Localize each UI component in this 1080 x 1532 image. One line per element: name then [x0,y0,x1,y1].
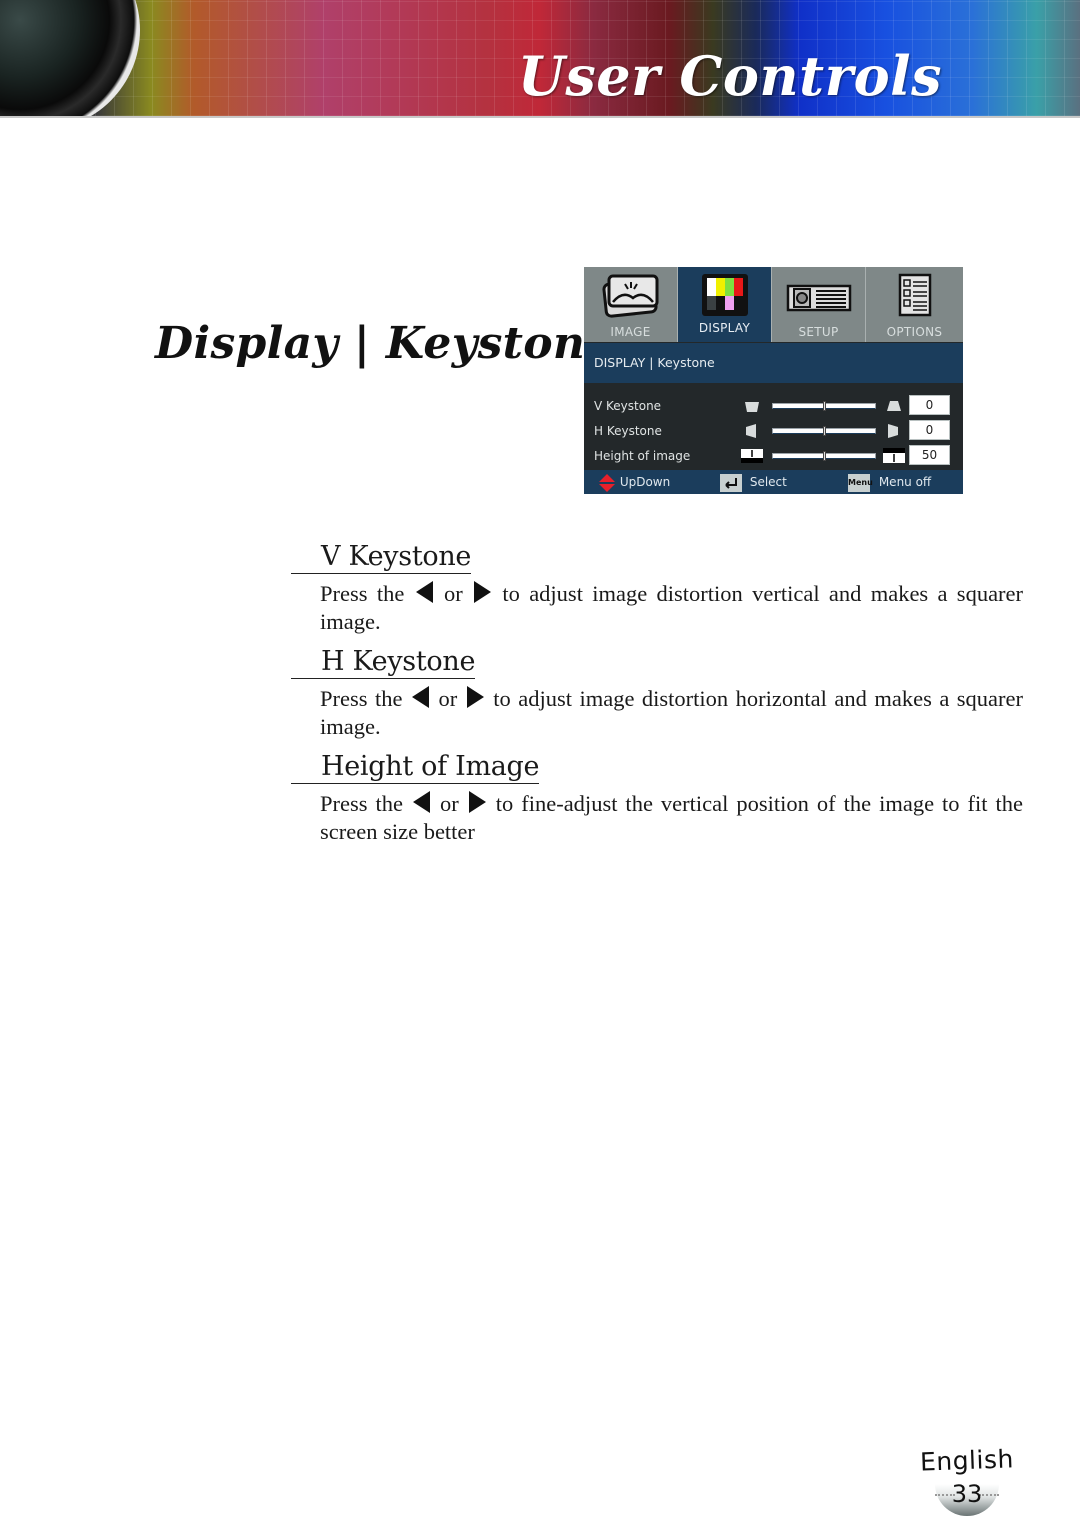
keystone-h-minus-icon [746,424,756,438]
item-h-keystone: H Keystone Press the or to adjust image … [291,646,1023,741]
osd-menu: IMAGE DISPLAY SETUP OPTIONS DISPLAY | Ke… [584,267,963,494]
keystone-h-plus-icon [888,424,898,438]
section-heading: Display | Keystone [155,318,614,369]
hint-updown: UpDown [598,470,670,494]
osd-row-v-keystone[interactable]: V Keystone 0 [584,393,963,418]
chapter-title: User Controls [517,44,942,108]
page-number: 33 [951,1480,983,1508]
header-banner: User Controls [0,0,1080,116]
left-arrow-icon [412,791,430,813]
slider-thumb[interactable] [822,451,826,461]
desc-text: or [439,791,459,816]
h-keystone-value: 0 [909,420,950,440]
hint-select-label: Select [749,475,787,489]
item-description: Press the or to fine-adjust the vertical… [320,790,1023,846]
height-down-icon [883,448,905,463]
left-arrow-icon [411,686,429,708]
height-of-image-value: 50 [909,445,950,465]
left-arrow-icon [415,581,433,603]
item-title: V Keystone [291,541,471,574]
row-label: Height of image [594,449,691,463]
osd-key-hints: UpDown Select Menu Menu off [584,470,963,494]
desc-text: Press the [320,581,405,606]
desc-text: or [438,686,458,711]
tab-image[interactable]: IMAGE [584,267,678,342]
right-arrow-icon [474,581,492,603]
tab-setup[interactable]: SETUP [772,267,866,342]
item-description: Press the or to adjust image distortion … [320,685,1023,741]
tab-display-label: DISPLAY [698,321,751,335]
keystone-v-plus-icon [887,401,901,411]
updown-arrows-icon [599,473,615,492]
menu-key-icon: Menu [848,473,873,492]
keystone-v-minus-icon [745,402,759,412]
item-title: H Keystone [291,646,475,679]
tab-display[interactable]: DISPLAY [678,267,772,342]
banner-divider [0,116,1080,118]
hint-menu-off: Menu Menu off [848,470,931,494]
height-up-icon [741,449,763,463]
row-label: V Keystone [594,399,662,413]
height-of-image-slider[interactable] [772,451,876,461]
osd-settings-list: V Keystone 0 H Keystone 0 Height of imag… [584,393,963,468]
image-photos-icon [601,272,661,322]
item-description: Press the or to adjust image distortion … [320,580,1023,636]
desc-text: Press the [320,791,403,816]
osd-breadcrumb: DISPLAY | Keystone [584,343,963,383]
right-arrow-icon [468,791,486,813]
color-bars-icon [700,272,750,322]
hint-updown-label: UpDown [619,475,671,489]
hint-select: Select [720,470,787,494]
slider-thumb[interactable] [822,426,826,436]
enter-key-icon [720,473,742,492]
v-keystone-value: 0 [909,395,950,415]
osd-tab-bar: IMAGE DISPLAY SETUP OPTIONS [584,267,963,342]
v-keystone-slider[interactable] [772,401,876,411]
projector-icon [786,272,852,322]
item-v-keystone: V Keystone Press the or to adjust image … [291,541,1023,636]
item-height-of-image: Height of Image Press the or to fine-adj… [291,751,1023,846]
tab-options-label: OPTIONS [886,325,943,339]
row-label: H Keystone [594,424,662,438]
tab-image-label: IMAGE [610,325,651,339]
h-keystone-slider[interactable] [772,426,876,436]
slider-thumb[interactable] [822,401,826,411]
right-arrow-icon [466,686,484,708]
osd-row-height-of-image[interactable]: Height of image 50 [584,443,963,468]
osd-row-h-keystone[interactable]: H Keystone 0 [584,418,963,443]
hint-menu-off-label: Menu off [878,475,932,489]
desc-text: or [443,581,463,606]
item-title: Height of Image [291,751,540,784]
tab-options[interactable]: OPTIONS [866,267,963,342]
desc-text: Press the [320,686,403,711]
checklist-icon [897,272,933,322]
tab-setup-label: SETUP [798,325,839,339]
language-label: English [919,1444,1015,1477]
